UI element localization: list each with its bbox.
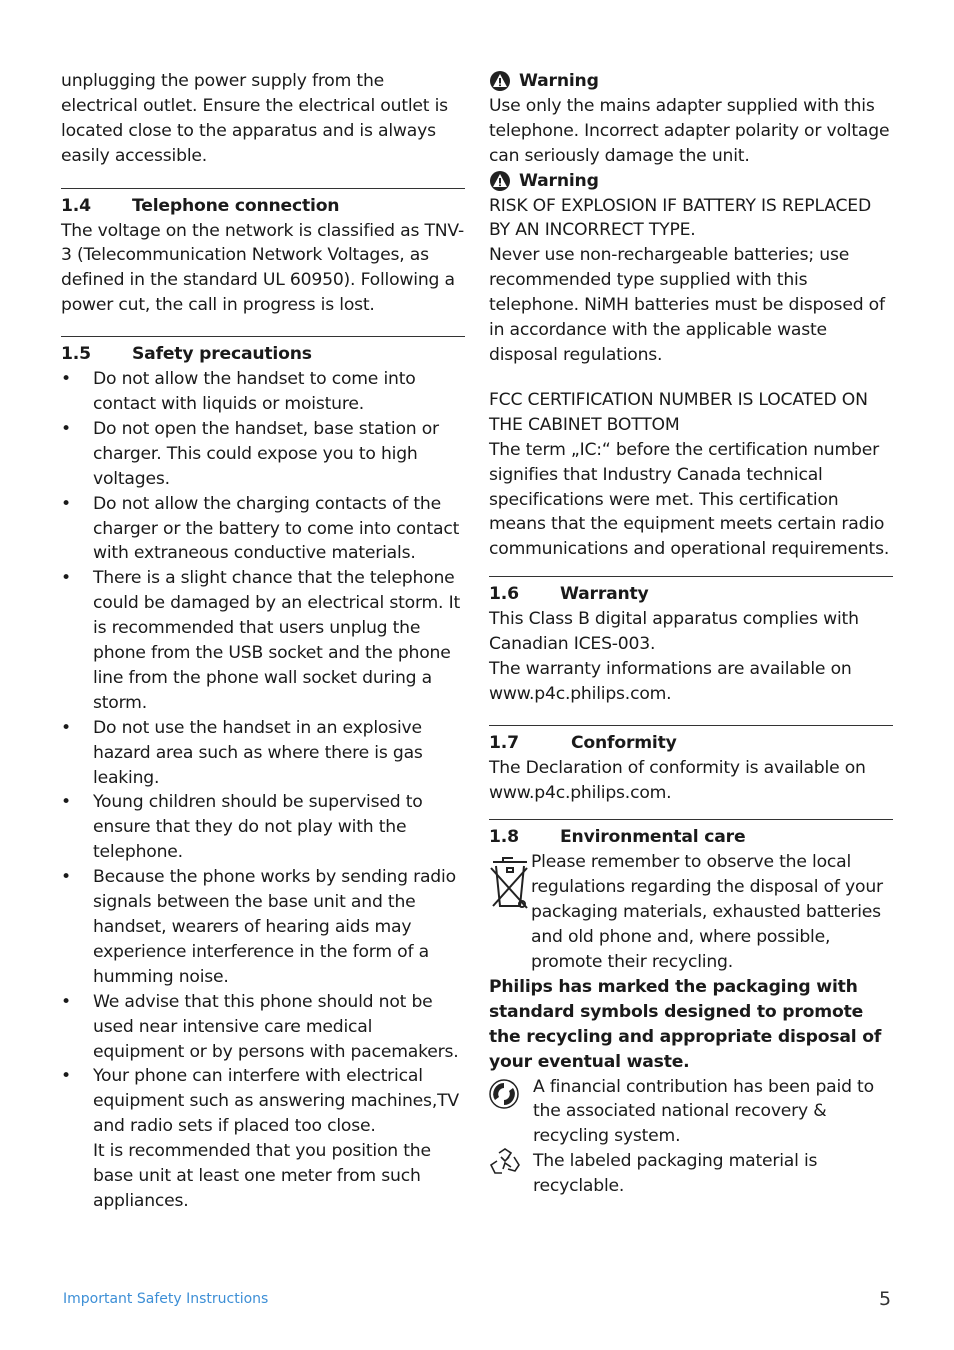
intro-paragraph: unplugging the power supply from the ele…: [61, 71, 448, 166]
section-divider: [489, 819, 893, 821]
section-title: Telephone connection: [132, 195, 340, 216]
section-body: This Class B digital apparatus complies …: [489, 609, 859, 655]
fcc-caps: FCC CERTIFICATION NUMBER IS LOCATED ON T…: [489, 389, 868, 435]
page-number: 5: [879, 1288, 892, 1310]
section-number: 1.8: [489, 827, 519, 848]
recyclable-notice: The labeled packaging material is recycl…: [489, 1148, 893, 1199]
section-heading-1-4: 1.4 Telephone connection: [61, 194, 465, 219]
section-heading-1-5: 1.5 Safety precautions: [61, 342, 465, 367]
left-column: unplugging the power supply from the ele…: [61, 69, 465, 1214]
list-item: Do not allow the charging contacts of th…: [61, 492, 465, 567]
right-column: Warning Use only the mains adapter suppl…: [489, 69, 893, 1199]
warning-icon: [490, 171, 510, 192]
list-item: Do not use the handset in an explosive h…: [61, 716, 465, 791]
recycle-text: The labeled packaging material is recycl…: [533, 1151, 818, 1197]
warning-body: Use only the mains adapter supplied with…: [489, 95, 890, 166]
warning-heading: Warning: [489, 169, 893, 194]
warning-title: Warning: [519, 71, 599, 91]
section-title: Conformity: [571, 732, 677, 753]
fcc-body: The term „IC:“ before the certification …: [489, 439, 890, 560]
section-body: The Declaration of conformity is availab…: [489, 757, 866, 803]
warning-icon: [490, 71, 510, 92]
list-item: There is a slight chance that the teleph…: [61, 566, 465, 715]
section-number: 1.4: [61, 195, 91, 216]
section-heading-1-7: 1.7 Conformity: [489, 731, 893, 756]
section-title: Safety precautions: [132, 344, 312, 365]
warning-heading: Warning: [489, 69, 893, 94]
list-item: Your phone can interfere with electrical…: [61, 1064, 465, 1139]
section-number: 1.5: [61, 344, 91, 365]
section-body: The voltage on the network is classified…: [61, 220, 464, 316]
footer-section-label: Important Safety Instructions: [63, 1291, 269, 1307]
section-divider: [61, 336, 465, 338]
section-divider: [489, 576, 893, 578]
section-divider: [61, 187, 465, 189]
warning-caps: RISK OF EXPLOSION IF BATTERY IS REPLACED…: [489, 195, 871, 241]
crossed-bin-icon: [490, 857, 528, 910]
section-title: Warranty: [560, 584, 649, 605]
list-item: Do not allow the handset to come into co…: [61, 367, 465, 417]
warning-body: Never use non-rechargeable batteries; us…: [489, 245, 885, 365]
green-dot-icon: [489, 1078, 519, 1109]
bullet-continuation: It is recommended that you position the …: [93, 1141, 431, 1211]
recycle-icon: [489, 1148, 520, 1175]
section-title: Environmental care: [560, 827, 746, 848]
section-body: The warranty informations are available …: [489, 658, 852, 704]
section-heading-1-8: 1.8 Environmental care: [489, 825, 893, 850]
list-item: We advise that this phone should not be …: [61, 990, 465, 1065]
green-dot-text: A financial contribution has been paid t…: [533, 1076, 874, 1147]
recycling-statement: Philips has marked the packaging with st…: [489, 976, 882, 1072]
weee-notice: Please remember to observe the local reg…: [489, 850, 893, 975]
safety-precautions-list: Do not allow the handset to come into co…: [61, 367, 465, 1139]
list-item: Do not open the handset, base station or…: [61, 417, 465, 492]
list-item: Because the phone works by sending radio…: [61, 865, 465, 990]
warning-title: Warning: [519, 170, 599, 191]
section-heading-1-6: 1.6 Warranty: [489, 582, 893, 607]
section-number: 1.6: [489, 584, 519, 605]
section-number: 1.7: [489, 732, 519, 753]
green-dot-notice: A financial contribution has been paid t…: [489, 1075, 893, 1150]
weee-text: Please remember to observe the local reg…: [531, 852, 883, 972]
list-item: Young children should be supervised to e…: [61, 790, 465, 865]
section-divider: [489, 724, 893, 726]
